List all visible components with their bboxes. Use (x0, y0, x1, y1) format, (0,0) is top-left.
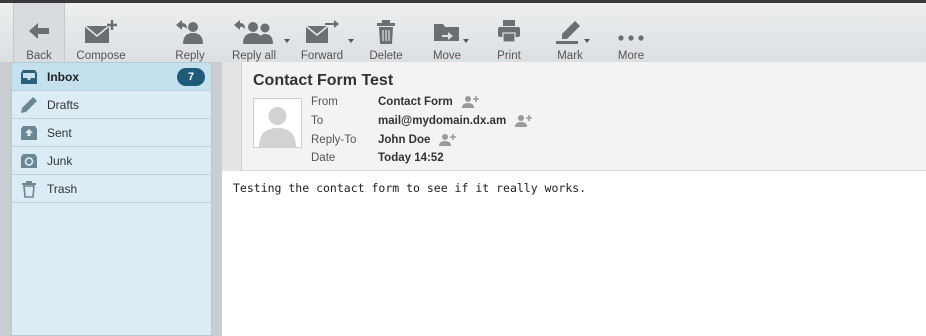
move-label: Move (432, 50, 462, 62)
folder-list: Inbox 7 Drafts Sent Junk Trash (11, 62, 212, 336)
forward-button[interactable]: Forward (298, 3, 354, 62)
print-label: Print (497, 50, 521, 62)
delete-button[interactable]: Delete (366, 3, 406, 62)
back-arrow-icon (21, 19, 57, 48)
reply-to-row: Reply-To John Doe (311, 131, 457, 149)
toolbar: Back Compose Reply Reply all Forward Del… (0, 3, 926, 62)
unread-count-badge: 7 (177, 68, 205, 86)
pencil-icon (20, 96, 38, 114)
folder-drafts[interactable]: Drafts (12, 91, 211, 119)
mark-button[interactable]: Mark (550, 3, 590, 62)
printer-icon (491, 19, 527, 48)
person-silhouette-icon (259, 107, 296, 147)
compose-label: Compose (76, 50, 126, 62)
folder-junk[interactable]: Junk (12, 147, 211, 175)
folder-label-sent: Sent (47, 125, 72, 140)
reply-button[interactable]: Reply (170, 3, 210, 62)
add-contact-icon[interactable] (461, 95, 479, 109)
message-header: Contact Form Test From Contact Form To m… (222, 62, 926, 171)
add-contact-icon[interactable] (514, 114, 533, 128)
message-view: Contact Form Test From Contact Form To m… (222, 62, 926, 336)
date-row: Date Today 14:52 (311, 149, 444, 167)
move-folder-icon (429, 19, 469, 48)
reply-all-button[interactable]: Reply all (224, 3, 290, 62)
compose-envelope-icon (83, 19, 119, 48)
to-label: To (311, 115, 324, 127)
junk-icon (20, 152, 38, 170)
more-dots-icon (613, 19, 649, 48)
delete-label: Delete (369, 50, 403, 62)
from-row: From Contact Form (311, 93, 479, 111)
folder-label-inbox: Inbox (47, 69, 79, 84)
date-value: Today 14:52 (378, 152, 444, 164)
reply-icon (172, 19, 208, 48)
reply-all-icon (232, 19, 290, 48)
folder-label-junk: Junk (47, 153, 73, 168)
forward-icon (304, 19, 354, 48)
reply-to-label: Reply-To (311, 134, 357, 146)
back-button[interactable]: Back (13, 3, 65, 62)
more-button[interactable]: More (612, 3, 650, 62)
date-label: Date (311, 152, 336, 164)
mark-dropdown-icon[interactable] (584, 39, 590, 43)
folder-trash[interactable]: Trash (12, 175, 211, 203)
folder-inbox[interactable]: Inbox 7 (12, 63, 211, 91)
add-contact-icon[interactable] (438, 133, 457, 147)
inbox-icon (20, 68, 38, 86)
folder-sent[interactable]: Sent (12, 119, 211, 147)
reply-all-dropdown-icon[interactable] (284, 39, 290, 43)
print-button[interactable]: Print (490, 3, 528, 62)
folder-label-drafts: Drafts (47, 97, 80, 112)
forward-dropdown-icon[interactable] (348, 39, 354, 43)
reply-all-label: Reply all (231, 50, 277, 62)
sender-avatar (253, 98, 302, 148)
trash-icon (368, 19, 404, 48)
sent-icon (20, 124, 38, 142)
to-value[interactable]: mail@mydomain.dx.am (378, 115, 506, 127)
message-subject: Contact Form Test (253, 72, 394, 89)
move-button[interactable]: Move (426, 3, 469, 62)
folder-label-trash: Trash (47, 181, 78, 196)
move-dropdown-icon[interactable] (463, 39, 469, 43)
trash-icon (20, 180, 38, 198)
compose-button[interactable]: Compose (73, 3, 129, 62)
reply-label: Reply (175, 50, 205, 62)
reply-to-value[interactable]: John Doe (378, 134, 430, 146)
from-value[interactable]: Contact Form (378, 96, 453, 108)
forward-label: Forward (300, 50, 344, 62)
mark-label: Mark (557, 50, 583, 62)
from-label: From (311, 96, 338, 108)
marker-icon (552, 19, 590, 48)
message-body: Testing the contact form to see if it re… (233, 181, 587, 195)
more-label: More (617, 50, 645, 62)
back-label: Back (26, 50, 52, 62)
header-side-stripe (222, 62, 242, 171)
to-row: To mail@mydomain.dx.am (311, 112, 533, 130)
